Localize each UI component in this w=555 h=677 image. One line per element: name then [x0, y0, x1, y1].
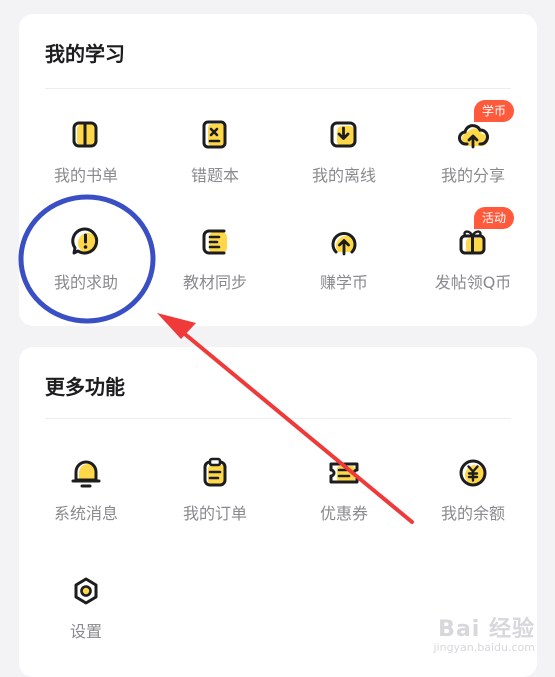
menu-item-system-messages[interactable]: 系统消息: [25, 456, 145, 546]
menu-item-label: 设置: [69, 622, 102, 641]
error-book-icon: [202, 120, 227, 149]
menu-item-label: 我的求助: [53, 273, 118, 292]
divider: [45, 88, 511, 89]
menu-item-earn-coin[interactable]: 赚学币: [283, 225, 403, 315]
earn-coin-icon: [331, 232, 357, 256]
menu-item-label: 错题本: [190, 166, 239, 185]
book-icon: [72, 121, 98, 148]
settings-icon: [74, 577, 98, 605]
menu-item-label: 我的订单: [182, 504, 247, 523]
clipboard-icon: [203, 457, 227, 487]
gift-icon: [459, 230, 486, 255]
menu-item-label: 我的分享: [440, 166, 505, 185]
baidu-jingyan-watermark: Bai 经验 jingyan.baidu.com: [433, 611, 535, 654]
activity-badge: 活动: [474, 207, 515, 229]
menu-item-my-share[interactable]: 学币 我的分享: [412, 100, 532, 208]
menu-item-label: 优惠券: [319, 504, 368, 523]
menu-item-label: 系统消息: [53, 504, 118, 523]
menu-item-my-orders[interactable]: 我的订单: [154, 456, 274, 546]
cloud-upload-icon: [458, 124, 489, 149]
offline-download-icon: [330, 121, 357, 148]
reward-badge: 学币: [474, 100, 515, 122]
menu-item-label: 我的书单: [53, 166, 118, 185]
menu-item-label: 教材同步: [182, 273, 247, 292]
menu-item-my-offline[interactable]: 我的离线: [283, 118, 403, 208]
menu-item-my-help[interactable]: 我的求助: [25, 225, 145, 315]
menu-item-label: 我的余额: [440, 504, 505, 523]
my-learning-title: 我的学习: [45, 42, 125, 66]
bell-icon: [71, 460, 101, 488]
menu-item-my-booklist[interactable]: 我的书单: [25, 118, 145, 208]
divider: [45, 418, 511, 419]
menu-item-my-balance[interactable]: 我的余额: [412, 456, 532, 546]
menu-item-label: 发帖领Q币: [434, 273, 512, 292]
help-chat-icon: [71, 227, 99, 255]
menu-item-settings[interactable]: 设置: [25, 574, 145, 664]
textbook-sync-icon: [202, 229, 227, 255]
coupon-icon: [329, 462, 359, 484]
my-learning-card: 我的学习 我的书单 错题本 我的离线 学币 我的分享 我的求助 教材同步 赚学币…: [19, 14, 537, 326]
menu-item-textbook-sync[interactable]: 教材同步: [154, 225, 274, 315]
yuan-balance-icon: [459, 459, 487, 487]
more-functions-title: 更多功能: [45, 375, 125, 399]
menu-item-coupons[interactable]: 优惠券: [283, 456, 403, 546]
menu-item-error-book[interactable]: 错题本: [154, 118, 274, 208]
watermark-logo-text: Bai 经验: [438, 617, 535, 642]
menu-item-label: 我的离线: [311, 166, 376, 185]
watermark-url: jingyan.baidu.com: [433, 641, 535, 654]
menu-item-post-for-qcoin[interactable]: 活动 发帖领Q币: [412, 207, 532, 315]
menu-item-label: 赚学币: [319, 273, 368, 292]
